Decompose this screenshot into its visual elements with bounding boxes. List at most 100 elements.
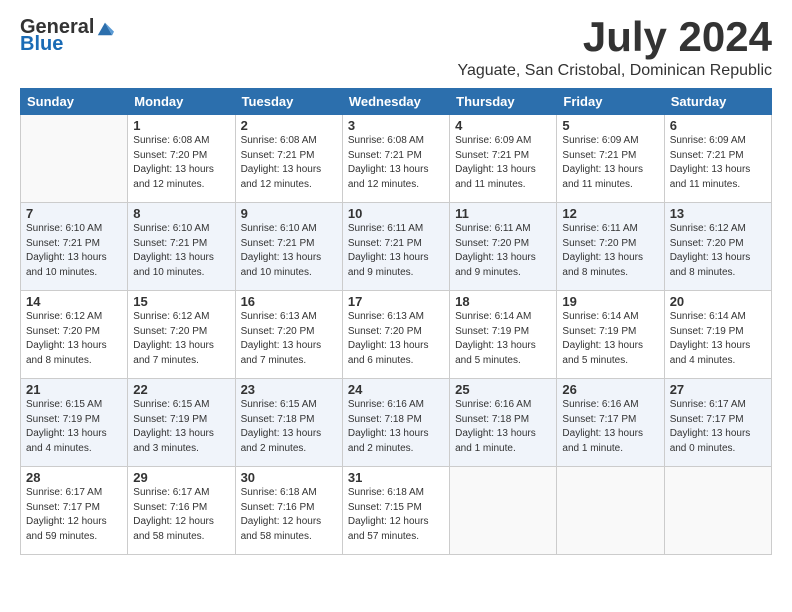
day-number: 30 — [241, 470, 337, 485]
logo-blue-text: Blue — [20, 33, 63, 56]
day-number: 2 — [241, 118, 337, 133]
table-row: 15Sunrise: 6:12 AMSunset: 7:20 PMDayligh… — [128, 291, 235, 379]
day-number: 18 — [455, 294, 551, 309]
day-number: 8 — [133, 206, 229, 221]
day-info: Sunrise: 6:14 AMSunset: 7:19 PMDaylight:… — [670, 310, 766, 368]
table-row: 7Sunrise: 6:10 AMSunset: 7:21 PMDaylight… — [21, 203, 128, 291]
day-info: Sunrise: 6:17 AMSunset: 7:17 PMDaylight:… — [670, 398, 766, 456]
table-row: 24Sunrise: 6:16 AMSunset: 7:18 PMDayligh… — [342, 379, 449, 467]
table-row: 31Sunrise: 6:18 AMSunset: 7:15 PMDayligh… — [342, 467, 449, 555]
day-number: 6 — [670, 118, 766, 133]
table-row: 14Sunrise: 6:12 AMSunset: 7:20 PMDayligh… — [21, 291, 128, 379]
calendar-header-row: Sunday Monday Tuesday Wednesday Thursday… — [21, 89, 772, 115]
calendar-week-4: 21Sunrise: 6:15 AMSunset: 7:19 PMDayligh… — [21, 379, 772, 467]
table-row: 20Sunrise: 6:14 AMSunset: 7:19 PMDayligh… — [664, 291, 771, 379]
day-number: 4 — [455, 118, 551, 133]
table-row: 2Sunrise: 6:08 AMSunset: 7:21 PMDaylight… — [235, 115, 342, 203]
table-row: 10Sunrise: 6:11 AMSunset: 7:21 PMDayligh… — [342, 203, 449, 291]
table-row: 8Sunrise: 6:10 AMSunset: 7:21 PMDaylight… — [128, 203, 235, 291]
day-number: 29 — [133, 470, 229, 485]
table-row: 3Sunrise: 6:08 AMSunset: 7:21 PMDaylight… — [342, 115, 449, 203]
day-number: 22 — [133, 382, 229, 397]
day-number: 23 — [241, 382, 337, 397]
table-row: 21Sunrise: 6:15 AMSunset: 7:19 PMDayligh… — [21, 379, 128, 467]
table-row: 4Sunrise: 6:09 AMSunset: 7:21 PMDaylight… — [450, 115, 557, 203]
calendar-week-2: 7 Sunrise: 6:10 AMSunset: 7:21 PMDaylight… — [21, 203, 772, 291]
day-info: Sunrise: 6:16 AMSunset: 7:18 PMDaylight:… — [455, 398, 551, 456]
day-number: 3 — [348, 118, 444, 133]
table-row: 26Sunrise: 6:16 AMSunset: 7:17 PMDayligh… — [557, 379, 664, 467]
table-row: 12Sunrise: 6:11 AMSunset: 7:20 PMDayligh… — [557, 203, 664, 291]
col-sunday: Sunday — [21, 89, 128, 115]
col-monday: Monday — [128, 89, 235, 115]
day-number: 11 — [455, 206, 551, 221]
day-number: 12 — [562, 206, 658, 221]
day-info: Sunrise: 6:17 AMSunset: 7:16 PMDaylight:… — [133, 486, 229, 544]
table-row — [450, 467, 557, 555]
calendar-table: Sunday Monday Tuesday Wednesday Thursday… — [20, 88, 772, 555]
col-tuesday: Tuesday — [235, 89, 342, 115]
day-number: 15 — [133, 294, 229, 309]
calendar-page: General Blue July 2024 Yaguate, San Cris… — [0, 0, 792, 565]
day-info: Sunrise: 6:15 AMSunset: 7:19 PMDaylight:… — [133, 398, 229, 456]
day-info: Sunrise: 6:11 AMSunset: 7:20 PMDaylight:… — [562, 222, 658, 280]
calendar-week-1: 1Sunrise: 6:08 AMSunset: 7:20 PMDaylight… — [21, 115, 772, 203]
day-info: Sunrise: 6:10 AMSunset: 7:21 PMDaylight:… — [133, 222, 229, 280]
day-info: Sunrise: 6:12 AMSunset: 7:20 PMDaylight:… — [670, 222, 766, 280]
calendar-week-3: 14Sunrise: 6:12 AMSunset: 7:20 PMDayligh… — [21, 291, 772, 379]
col-saturday: Saturday — [664, 89, 771, 115]
subtitle: Yaguate, San Cristobal, Dominican Republ… — [20, 62, 772, 80]
day-info: Sunrise: 6:18 AMSunset: 7:15 PMDaylight:… — [348, 486, 444, 544]
day-number: 19 — [562, 294, 658, 309]
month-title: July 2024 — [583, 16, 772, 58]
day-info: Sunrise: 6:08 AMSunset: 7:21 PMDaylight:… — [241, 134, 337, 192]
day-info: Sunrise: 6:16 AMSunset: 7:18 PMDaylight:… — [348, 398, 444, 456]
table-row: 17Sunrise: 6:13 AMSunset: 7:20 PMDayligh… — [342, 291, 449, 379]
day-number: 17 — [348, 294, 444, 309]
day-info: Sunrise: 6:16 AMSunset: 7:17 PMDaylight:… — [562, 398, 658, 456]
day-info: Sunrise: 6:10 AMSunset: 7:21 PMDaylight:… — [241, 222, 337, 280]
day-info: Sunrise: 6:09 AMSunset: 7:21 PMDaylight:… — [670, 134, 766, 192]
day-number: 10 — [348, 206, 444, 221]
col-thursday: Thursday — [450, 89, 557, 115]
day-info: Sunrise: 6:13 AMSunset: 7:20 PMDaylight:… — [348, 310, 444, 368]
day-number: 28 — [26, 470, 122, 485]
table-row: 1Sunrise: 6:08 AMSunset: 7:20 PMDaylight… — [128, 115, 235, 203]
table-row — [21, 115, 128, 203]
table-row: 18Sunrise: 6:14 AMSunset: 7:19 PMDayligh… — [450, 291, 557, 379]
day-info: Sunrise: 6:12 AMSunset: 7:20 PMDaylight:… — [133, 310, 229, 368]
calendar-week-5: 28Sunrise: 6:17 AMSunset: 7:17 PMDayligh… — [21, 467, 772, 555]
day-info: Sunrise: 6:14 AMSunset: 7:19 PMDaylight:… — [455, 310, 551, 368]
day-info: Sunrise: 6:09 AMSunset: 7:21 PMDaylight:… — [562, 134, 658, 192]
logo-icon — [96, 19, 114, 37]
table-row: 25Sunrise: 6:16 AMSunset: 7:18 PMDayligh… — [450, 379, 557, 467]
day-info: Sunrise: 6:09 AMSunset: 7:21 PMDaylight:… — [455, 134, 551, 192]
header: General Blue July 2024 — [20, 16, 772, 58]
table-row: 28Sunrise: 6:17 AMSunset: 7:17 PMDayligh… — [21, 467, 128, 555]
day-number: 27 — [670, 382, 766, 397]
day-number: 7 — [26, 206, 122, 221]
day-number: 31 — [348, 470, 444, 485]
day-info: Sunrise: 6:11 AMSunset: 7:20 PMDaylight:… — [455, 222, 551, 280]
table-row: 27Sunrise: 6:17 AMSunset: 7:17 PMDayligh… — [664, 379, 771, 467]
day-number: 21 — [26, 382, 122, 397]
table-row: 6Sunrise: 6:09 AMSunset: 7:21 PMDaylight… — [664, 115, 771, 203]
day-number: 26 — [562, 382, 658, 397]
table-row: 16Sunrise: 6:13 AMSunset: 7:20 PMDayligh… — [235, 291, 342, 379]
table-row: 11Sunrise: 6:11 AMSunset: 7:20 PMDayligh… — [450, 203, 557, 291]
table-row: 23Sunrise: 6:15 AMSunset: 7:18 PMDayligh… — [235, 379, 342, 467]
day-info: Sunrise: 6:17 AMSunset: 7:17 PMDaylight:… — [26, 486, 122, 544]
table-row: 9Sunrise: 6:10 AMSunset: 7:21 PMDaylight… — [235, 203, 342, 291]
table-row: 5Sunrise: 6:09 AMSunset: 7:21 PMDaylight… — [557, 115, 664, 203]
day-number: 14 — [26, 294, 122, 309]
day-info: Sunrise: 6:15 AMSunset: 7:19 PMDaylight:… — [26, 398, 122, 456]
day-info: Sunrise: 6:15 AMSunset: 7:18 PMDaylight:… — [241, 398, 337, 456]
day-info: Sunrise: 6:08 AMSunset: 7:20 PMDaylight:… — [133, 134, 229, 192]
table-row: 30Sunrise: 6:18 AMSunset: 7:16 PMDayligh… — [235, 467, 342, 555]
day-info: Sunrise: 6:11 AMSunset: 7:21 PMDaylight:… — [348, 222, 444, 280]
day-info: Sunrise: 6:18 AMSunset: 7:16 PMDaylight:… — [241, 486, 337, 544]
day-info: Sunrise: 6:13 AMSunset: 7:20 PMDaylight:… — [241, 310, 337, 368]
table-row — [557, 467, 664, 555]
day-info: Sunrise: 6:08 AMSunset: 7:21 PMDaylight:… — [348, 134, 444, 192]
day-info: Sunrise: 6:12 AMSunset: 7:20 PMDaylight:… — [26, 310, 122, 368]
